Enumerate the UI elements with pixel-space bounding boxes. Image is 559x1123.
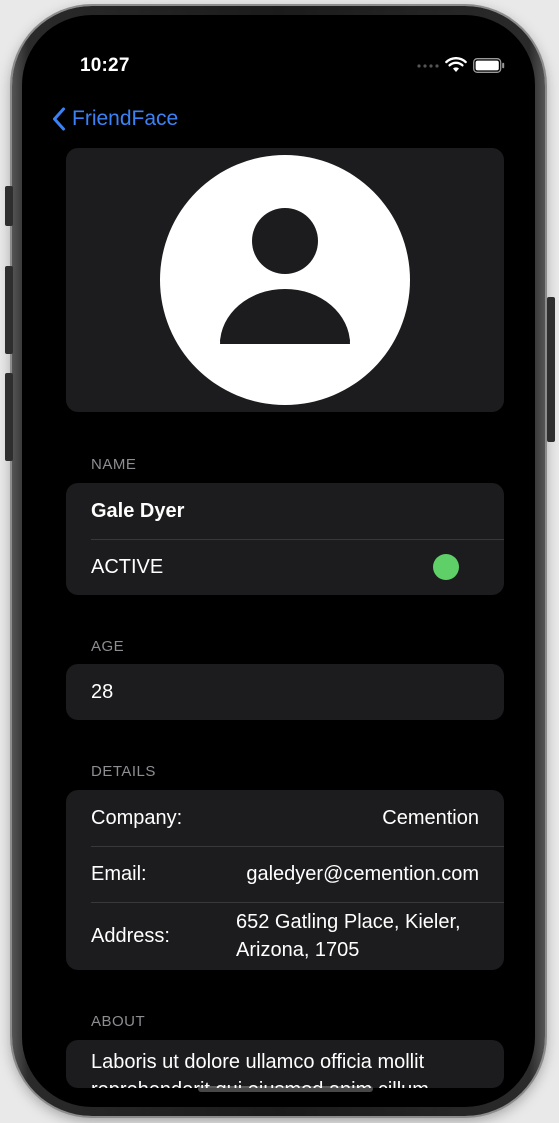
age-value: 28 xyxy=(91,680,114,703)
power-button xyxy=(547,297,555,442)
cellular-signal-icon xyxy=(417,64,439,68)
wifi-icon xyxy=(445,57,467,72)
email-value: galedyer@cemention.com xyxy=(246,862,479,885)
back-button[interactable]: FriendFace xyxy=(52,107,178,131)
person-placeholder-icon xyxy=(160,155,410,405)
address-value: 652 Gatling Place, Kieler, Arizona, 1705 xyxy=(236,911,461,961)
name-section-header: NAME xyxy=(91,456,137,473)
status-label: ACTIVE xyxy=(91,555,164,578)
notch xyxy=(182,15,378,51)
name-card: Gale Dyer ACTIVE xyxy=(66,483,504,595)
about-card: Laboris ut dolore ullamco officia mollit… xyxy=(66,1040,504,1088)
status-time: 10:27 xyxy=(80,55,130,76)
back-button-label: FriendFace xyxy=(72,107,179,130)
about-section-header: ABOUT xyxy=(91,1013,146,1030)
user-name: Gale Dyer xyxy=(91,499,185,522)
volume-up-button xyxy=(5,266,13,354)
about-text: Laboris ut dolore ullamco officia mollit… xyxy=(91,1051,429,1088)
active-status-indicator xyxy=(433,554,459,580)
home-indicator[interactable] xyxy=(198,1086,373,1092)
details-section-header: DETAILS xyxy=(91,763,156,780)
address-label: Address: xyxy=(91,924,170,947)
company-value: Cemention xyxy=(382,806,479,829)
email-row: Email: galedyer@cemention.com xyxy=(66,846,504,902)
company-label: Company: xyxy=(91,806,183,829)
name-row: Gale Dyer xyxy=(66,483,504,539)
volume-down-button xyxy=(5,373,13,461)
email-label: Email: xyxy=(91,862,147,885)
chevron-left-icon xyxy=(53,107,65,131)
silent-switch xyxy=(5,186,13,226)
status-row: ACTIVE xyxy=(66,539,504,595)
age-card: 28 xyxy=(66,664,504,720)
screen: 10:27 FriendFace NAME Gale Dyer ACTIVE A… xyxy=(22,15,535,1107)
avatar-card xyxy=(66,148,504,412)
age-row: 28 xyxy=(66,664,504,720)
details-card: Company: Cemention Email: galedyer@cemen… xyxy=(66,790,504,970)
address-row: Address: 652 Gatling Place, Kieler, Ariz… xyxy=(66,902,504,970)
status-icons xyxy=(417,57,505,73)
battery-icon xyxy=(473,57,505,73)
age-section-header: AGE xyxy=(91,638,125,655)
company-row: Company: Cemention xyxy=(66,790,504,846)
